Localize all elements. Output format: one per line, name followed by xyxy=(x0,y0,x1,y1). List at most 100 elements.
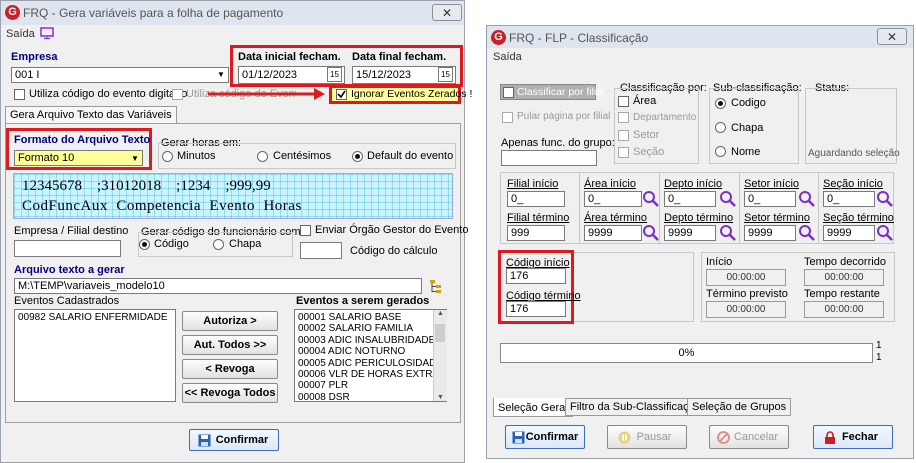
secao-inicio-label: Seção início xyxy=(823,178,883,190)
secao-checkbox[interactable] xyxy=(618,147,629,158)
tab-selecao-geral[interactable]: Seleção Geral xyxy=(493,398,573,417)
depto-inicio-field[interactable]: 0_ xyxy=(664,191,716,207)
close-button[interactable]: ✕ xyxy=(432,4,462,21)
classificar-filial-toggle[interactable]: Classificar por filial xyxy=(500,84,605,100)
search-icon[interactable] xyxy=(719,190,737,208)
codigo-inicio-field[interactable]: 176 xyxy=(506,268,566,284)
aut-todos-button[interactable]: Aut. Todos >> xyxy=(182,335,278,355)
setor-termino-field[interactable]: 9999 xyxy=(744,225,796,241)
monitor-icon[interactable] xyxy=(40,27,54,39)
radio-minutos[interactable] xyxy=(162,151,173,162)
radio-default-evento[interactable] xyxy=(352,151,363,162)
confirmar-button[interactable]: Confirmar xyxy=(505,425,585,449)
codigo-termino-value: 176 xyxy=(510,303,529,315)
calendar-icon[interactable]: 15 xyxy=(438,67,453,82)
enviar-orgao-checkbox[interactable] xyxy=(300,225,311,236)
depto-termino-field[interactable]: 9999 xyxy=(664,225,716,241)
eventos-cadastrados-list[interactable]: 00982 SALARIO ENFERMIDADE xyxy=(14,309,176,402)
tab-filtro-sub[interactable]: Filtro da Sub-Classificação xyxy=(565,398,706,416)
empresa-filial-field[interactable] xyxy=(14,240,121,257)
menu-saida[interactable]: Saída xyxy=(493,51,522,63)
list-item[interactable]: 00002 SALARIO FAMILIA xyxy=(298,323,432,334)
classificar-filial-checkbox[interactable] xyxy=(503,87,514,98)
codigo-calculo-field[interactable] xyxy=(300,242,342,259)
list-item[interactable]: 00006 VLR DE HORAS EXTRA xyxy=(298,369,439,380)
inicio-value: 00:00:00 xyxy=(706,269,786,286)
search-icon[interactable] xyxy=(798,190,816,208)
tab-gera-arquivo[interactable]: Gera Arquivo Texto das Variáveis xyxy=(5,106,177,123)
chevron-down-icon[interactable]: ▼ xyxy=(128,151,142,166)
departamento-checkbox[interactable] xyxy=(618,112,629,123)
scroll-down-icon[interactable]: ▼ xyxy=(434,394,447,401)
scroll-thumb[interactable] xyxy=(435,324,445,342)
menu-saida[interactable]: Saída xyxy=(6,28,35,40)
utiliza-codigo-folha-checkbox[interactable] xyxy=(172,89,183,100)
fechar-button[interactable]: Fechar xyxy=(813,425,893,449)
radio-sub-codigo[interactable] xyxy=(715,98,726,109)
scroll-up-icon[interactable]: ▲ xyxy=(434,310,447,317)
search-icon[interactable] xyxy=(876,224,894,242)
save-icon xyxy=(198,434,211,447)
filial-termino-field[interactable]: 999 xyxy=(507,225,565,241)
calendar-icon[interactable]: 15 xyxy=(327,67,342,82)
area-checkbox[interactable] xyxy=(618,96,629,107)
utiliza-codigo-checkbox[interactable] xyxy=(14,89,25,100)
arquivo-field[interactable]: M:\TEMP\variaveis_modelo10 xyxy=(14,278,422,294)
tab-gera-arquivo-label: Gera Arquivo Texto das Variáveis xyxy=(10,109,172,121)
scrollbar[interactable]: ▲ ▼ xyxy=(433,310,447,401)
close-button[interactable]: ✕ xyxy=(877,28,907,45)
list-item[interactable]: 00005 ADIC PERICULOSIDADE xyxy=(298,358,443,369)
tab-selecao-grupos[interactable]: Seleção de Grupos xyxy=(687,398,792,416)
list-item[interactable]: 00001 SALARIO BASE xyxy=(298,312,432,323)
search-icon[interactable] xyxy=(798,224,816,242)
pular-pagina-label: Pular página por filial xyxy=(517,111,611,122)
departamento-label: Departamento xyxy=(633,112,697,123)
search-icon[interactable] xyxy=(876,190,894,208)
search-icon[interactable] xyxy=(642,224,660,242)
radio-sub-chapa[interactable] xyxy=(715,122,726,133)
confirmar-button-label: Confirmar xyxy=(215,434,269,446)
empresa-select-value: 001 I xyxy=(15,69,40,81)
eventos-gerados-list[interactable]: 00001 SALARIO BASE 00002 SALARIO FAMILIA 0… xyxy=(294,309,447,402)
codigo-termino-field[interactable]: 176 xyxy=(506,301,566,317)
chevron-down-icon[interactable]: ▼ xyxy=(214,67,228,82)
ignorar-eventos-checkbox[interactable] xyxy=(336,89,347,100)
folder-tree-icon[interactable] xyxy=(428,278,444,294)
filial-inicio-field[interactable]: 0_ xyxy=(507,191,565,207)
empresa-select[interactable]: 001 I xyxy=(11,67,229,83)
search-icon[interactable] xyxy=(719,224,737,242)
setor-checkbox[interactable] xyxy=(618,130,629,141)
apenas-func-field[interactable] xyxy=(501,150,597,166)
pausar-button[interactable]: Pausar xyxy=(607,425,687,449)
revoga-todos-button[interactable]: << Revoga Todos xyxy=(182,383,278,403)
autoriza-button[interactable]: Autoriza > xyxy=(182,311,278,331)
setor-inicio-field[interactable]: 0_ xyxy=(744,191,796,207)
list-item[interactable]: 00007 PLR xyxy=(298,380,432,391)
tempo-decorrido-label: Tempo decorrido xyxy=(804,256,886,268)
secao-inicio-field[interactable]: 0_ xyxy=(823,191,875,207)
list-item[interactable]: 00003 ADIC INSALUBRIDADE xyxy=(298,335,435,346)
secao-termino-value: 9999 xyxy=(827,227,852,239)
pular-pagina-checkbox[interactable] xyxy=(502,112,513,123)
list-item[interactable]: 00982 SALARIO ENFERMIDADE xyxy=(18,312,172,323)
cancel-icon xyxy=(717,431,730,444)
list-item[interactable]: 00008 DSR xyxy=(298,392,432,401)
confirmar-button[interactable]: Confirmar xyxy=(189,429,279,451)
radio-chapa[interactable] xyxy=(213,239,224,250)
formato-select[interactable]: Formato 10 xyxy=(14,150,143,166)
revoga-button[interactable]: < Revoga xyxy=(182,359,278,379)
area-inicio-value: 0_ xyxy=(588,193,601,205)
area-inicio-field[interactable]: 0_ xyxy=(584,191,642,207)
radio-sub-nome[interactable] xyxy=(715,146,726,157)
arquivo-label: Arquivo texto a gerar xyxy=(14,264,125,276)
radio-centesimos[interactable] xyxy=(257,151,268,162)
area-termino-field[interactable]: 9999 xyxy=(584,225,642,241)
secao-termino-field[interactable]: 9999 xyxy=(823,225,875,241)
cancelar-button[interactable]: Cancelar xyxy=(709,425,789,449)
format-preview: 12345678 ;31012018 ;1234 ;999,99 CodFunc… xyxy=(13,173,453,219)
search-icon[interactable] xyxy=(642,190,660,208)
list-item[interactable]: 00004 ADIC NOTURNO xyxy=(298,346,432,357)
progress-text: 0% xyxy=(678,347,695,359)
preview-line-2: CodFuncAux Competencia Evento Horas xyxy=(22,198,302,214)
radio-codigo[interactable] xyxy=(139,239,150,250)
